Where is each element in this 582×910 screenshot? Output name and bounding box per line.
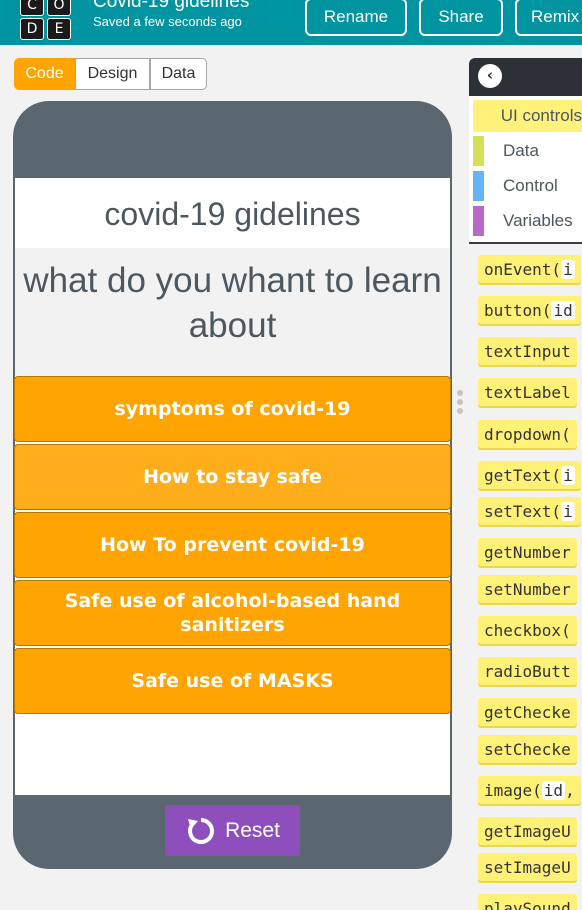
logo-letter: C [20,0,44,16]
code-org-logo[interactable]: C O D E [20,0,74,40]
block-textlabel[interactable]: textLabel [478,378,577,406]
chevron-left-icon[interactable]: ‹ [478,64,502,88]
project-title: Covid-19 gidelines [93,0,250,12]
block-radiobutton[interactable]: radioButt [478,657,577,685]
logo-letter: E [47,18,71,40]
top-header: C O D E Covid-19 gidelines Saved a few s… [0,0,582,45]
category-variables[interactable]: Variables [473,205,582,237]
logo-letter: O [47,0,71,16]
block-palette: onEvent(i button(id textInput textLabel … [469,244,582,910]
logo-letter: D [20,18,44,40]
category-color-swatch [473,101,482,131]
topic-button-prevent[interactable]: How To prevent covid-19 [14,512,451,578]
block-dropdown[interactable]: dropdown( [478,420,577,448]
block-setimageurl[interactable]: setImageU [478,853,577,881]
save-status: Saved a few seconds ago [93,14,242,29]
topic-button-sanitizers[interactable]: Safe use of alcohol-based hand sanitizer… [14,580,451,646]
category-label: UI controls [500,106,582,125]
block-playsound[interactable]: playSound [478,894,577,910]
block-getimageurl[interactable]: getImageU [478,817,577,845]
code-mode-button[interactable]: Code [14,58,75,90]
share-button[interactable]: Share [419,0,503,36]
category-color-swatch [473,206,484,236]
topic-button-symptoms[interactable]: symptoms of covid-19 [14,376,451,442]
block-image[interactable]: image(id, [478,776,581,804]
toolbox-header: ‹ [469,58,582,96]
category-label: Control [503,176,558,195]
block-setnumber[interactable]: setNumber [478,575,577,603]
reset-label: Reset [225,818,280,842]
block-getchecked[interactable]: getChecke [478,698,577,726]
topic-button-masks[interactable]: Safe use of MASKS [14,648,451,714]
app-screen: covid-19 gidelines what do you whant to … [14,178,451,795]
block-getnumber[interactable]: getNumber [478,538,577,566]
category-ui-controls[interactable]: UI controls [473,100,582,132]
category-color-swatch [473,136,484,166]
panel-resize-handle[interactable] [457,390,465,416]
app-title-label: covid-19 gidelines [15,178,450,248]
app-question-label: what do you whant to learn about [15,248,450,376]
category-label: Data [503,141,539,160]
block-setchecked[interactable]: setChecke [478,735,577,763]
category-color-swatch [473,171,484,201]
topic-button-stay-safe[interactable]: How to stay safe [14,444,451,510]
block-settext[interactable]: setText(i [478,497,581,525]
reset-icon [188,817,215,844]
mode-toggle: Code Design Data [14,58,207,90]
category-control[interactable]: Control [473,170,582,202]
category-data[interactable]: Data [473,135,582,167]
block-button[interactable]: button(id [478,296,581,324]
remix-button[interactable]: Remix [515,0,582,36]
category-label: Variables [503,211,573,230]
design-mode-button[interactable]: Design [75,58,150,90]
reset-button[interactable]: Reset [165,805,300,856]
toolbox-panel: ‹ UI controls Data Control Variables onE… [469,58,582,910]
block-checkbox[interactable]: checkbox( [478,616,577,644]
rename-button[interactable]: Rename [305,0,407,36]
data-mode-button[interactable]: Data [150,58,207,90]
app-preview-phone: covid-19 gidelines what do you whant to … [13,101,452,869]
block-gettext[interactable]: getText(i [478,461,581,489]
block-textinput[interactable]: textInput [478,337,577,365]
block-onevent[interactable]: onEvent(i [478,255,581,283]
